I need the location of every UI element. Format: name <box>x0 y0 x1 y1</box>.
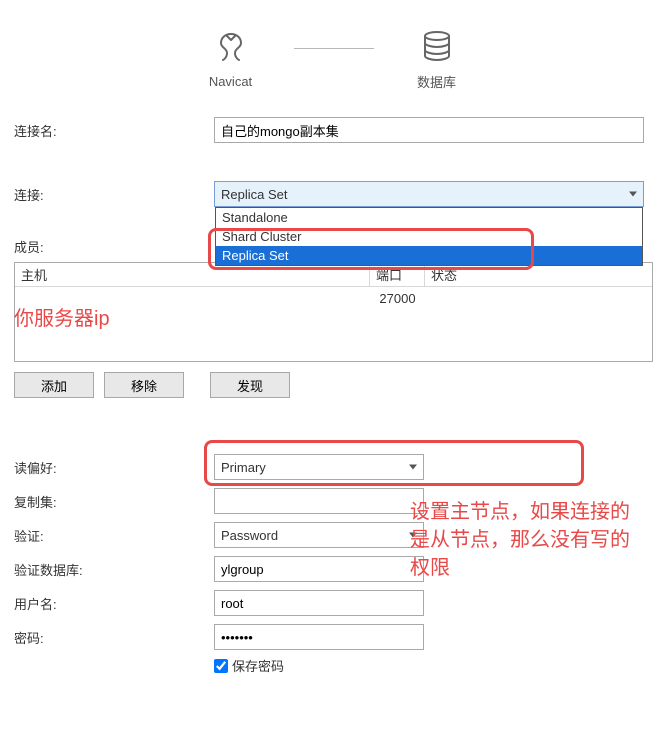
user-input[interactable] <box>214 590 424 616</box>
conn-type-select[interactable]: Replica Set Standalone Shard Cluster Rep… <box>214 181 644 207</box>
conn-type-option-standalone[interactable]: Standalone <box>216 208 642 227</box>
conn-type-label: 连接: <box>14 185 214 204</box>
pwd-label: 密码: <box>14 628 214 647</box>
save-pwd-label: 保存密码 <box>232 656 284 675</box>
conn-type-value: Replica Set <box>221 187 287 202</box>
row-port: 27000 <box>370 287 425 310</box>
read-pref-value: Primary <box>221 460 266 475</box>
database-icon <box>419 28 455 64</box>
members-table: 主机 端口 状态 27000 <box>14 262 653 362</box>
col-status[interactable]: 状态 <box>425 263 652 287</box>
chevron-down-icon <box>629 192 637 197</box>
table-row[interactable]: 27000 <box>15 287 652 310</box>
col-host[interactable]: 主机 <box>15 263 370 287</box>
discover-button[interactable]: 发现 <box>210 372 290 398</box>
col-port[interactable]: 端口 <box>370 263 425 287</box>
members-buttons: 添加 移除 发现 <box>14 372 653 398</box>
read-pref-select[interactable]: Primary <box>214 454 424 480</box>
auth-db-input[interactable] <box>214 556 424 582</box>
auth-select[interactable]: Password <box>214 522 424 548</box>
connector-line <box>294 48 374 49</box>
auth-value: Password <box>221 528 278 543</box>
row-host <box>15 287 370 310</box>
navicat-label: Navicat <box>209 74 252 89</box>
database-block: 数据库 <box>402 28 472 91</box>
navicat-block: Navicat <box>196 30 266 89</box>
conn-type-option-replica[interactable]: Replica Set <box>216 246 642 265</box>
members-label: 成员: <box>14 237 214 256</box>
chevron-down-icon <box>409 465 417 470</box>
read-pref-label: 读偏好: <box>14 458 214 477</box>
replica-set-label: 复制集: <box>14 492 214 511</box>
database-label: 数据库 <box>417 72 456 91</box>
user-label: 用户名: <box>14 594 214 613</box>
navicat-icon <box>213 30 249 66</box>
auth-db-label: 验证数据库: <box>14 560 214 579</box>
remove-button[interactable]: 移除 <box>104 372 184 398</box>
conn-type-option-shard[interactable]: Shard Cluster <box>216 227 642 246</box>
pwd-input[interactable] <box>214 624 424 650</box>
save-pwd-row: 保存密码 <box>214 656 653 675</box>
replica-set-input[interactable] <box>214 488 424 514</box>
chevron-down-icon <box>409 533 417 538</box>
add-button[interactable]: 添加 <box>14 372 94 398</box>
conn-name-label: 连接名: <box>14 121 214 140</box>
auth-label: 验证: <box>14 526 214 545</box>
save-pwd-checkbox[interactable] <box>214 659 228 673</box>
header-icons: Navicat 数据库 <box>14 28 653 91</box>
conn-type-dropdown: Standalone Shard Cluster Replica Set <box>215 207 643 266</box>
conn-name-input[interactable] <box>214 117 644 143</box>
members-header: 主机 端口 状态 <box>15 263 652 287</box>
